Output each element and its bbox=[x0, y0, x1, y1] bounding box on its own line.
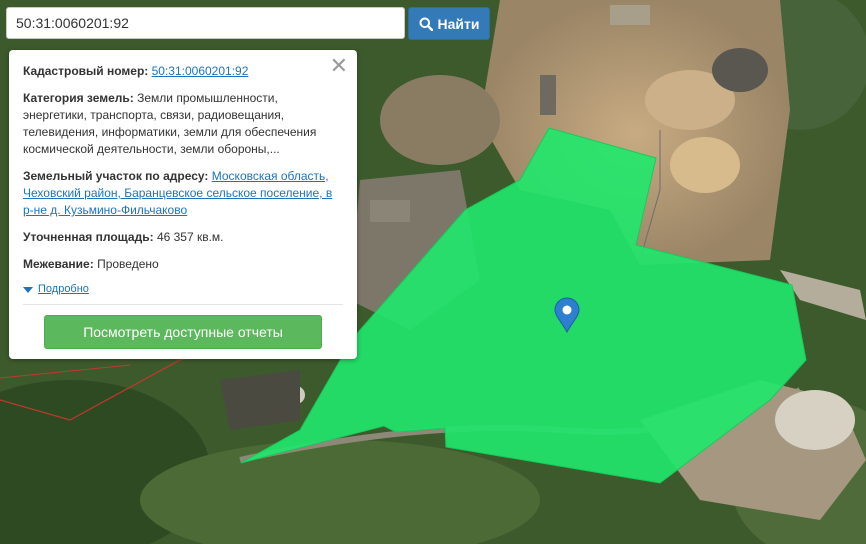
divider bbox=[23, 304, 343, 305]
search-icon bbox=[419, 17, 433, 31]
search-button[interactable]: Найти bbox=[408, 7, 490, 40]
survey-label: Межевание: bbox=[23, 257, 94, 271]
parcel-info-card: ✕ Кадастровый номер: 50:31:0060201:92 Ка… bbox=[9, 50, 357, 359]
area-label: Уточненная площадь: bbox=[23, 230, 154, 244]
details-toggle[interactable]: Подробно bbox=[23, 281, 343, 298]
details-label: Подробно bbox=[38, 283, 89, 295]
cadastral-link[interactable]: 50:31:0060201:92 bbox=[152, 64, 249, 78]
area-value: 46 357 кв.м. bbox=[156, 230, 224, 244]
category-row: Категория земель: Земли промышленности, … bbox=[23, 90, 343, 158]
category-label: Категория земель: bbox=[23, 91, 134, 105]
survey-row: Межевание: Проведено bbox=[23, 256, 343, 273]
address-row: Земельный участок по адресу: Московская … bbox=[23, 168, 343, 219]
building bbox=[540, 75, 556, 115]
caret-down-icon bbox=[23, 286, 33, 293]
address-label: Земельный участок по адресу: bbox=[23, 169, 209, 183]
cadastral-label: Кадастровый номер: bbox=[23, 64, 149, 78]
dark-area bbox=[220, 370, 300, 430]
building bbox=[370, 200, 410, 222]
dirt-area bbox=[380, 75, 500, 165]
building bbox=[610, 5, 650, 25]
search-button-label: Найти bbox=[437, 15, 480, 32]
view-reports-button[interactable]: Посмотреть доступные отчеты bbox=[44, 315, 322, 349]
pale-ground bbox=[775, 390, 855, 450]
close-icon[interactable]: ✕ bbox=[330, 55, 348, 77]
cadastral-row: Кадастровый номер: 50:31:0060201:92 bbox=[23, 63, 343, 80]
dark-pile bbox=[712, 48, 768, 92]
sand-pile bbox=[670, 137, 740, 193]
survey-value: Проведено bbox=[97, 257, 159, 271]
search-input[interactable] bbox=[6, 7, 405, 39]
area-row: Уточненная площадь: 46 357 кв.м. bbox=[23, 229, 343, 246]
